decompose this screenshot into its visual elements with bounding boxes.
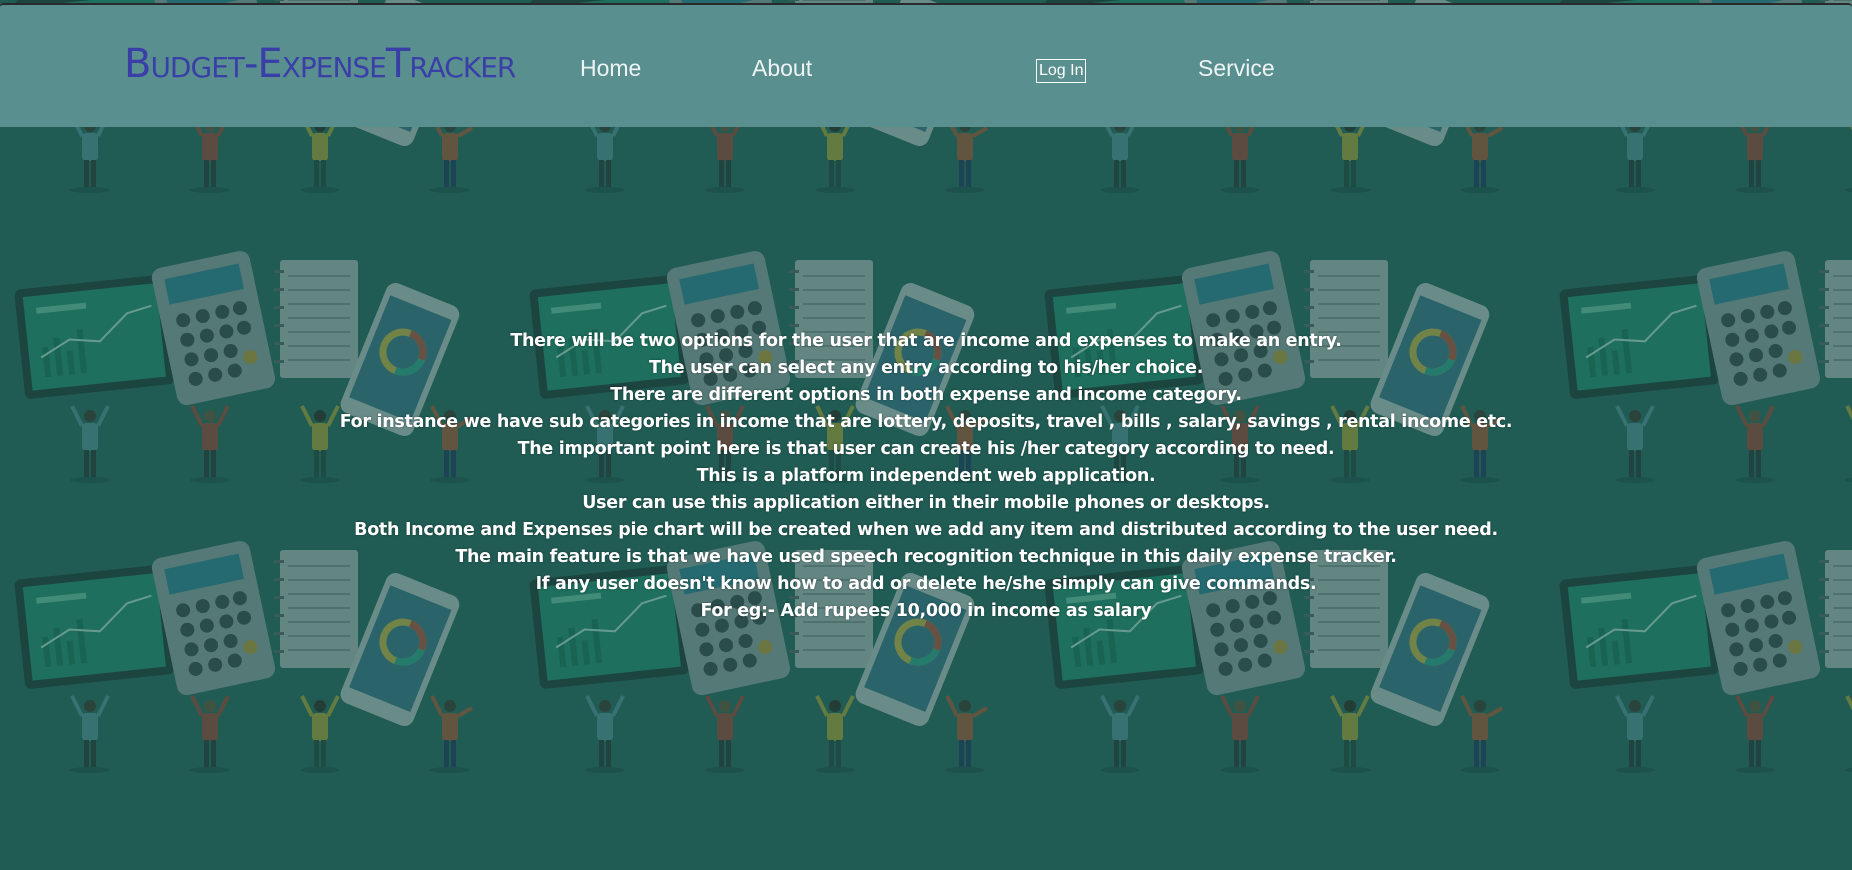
brand-logo[interactable]: Budget-ExpenseTracker — [124, 41, 516, 87]
description-line: The main feature is that we have used sp… — [455, 547, 1397, 567]
description-line: There will be two options for the user t… — [510, 331, 1342, 351]
nav-service-link[interactable]: Service — [1198, 55, 1275, 82]
description-line: For instance we have sub categories in i… — [339, 412, 1513, 432]
description-line: Both Income and Expenses pie chart will … — [354, 520, 1498, 540]
navbar: Budget-ExpenseTracker Home About Log In … — [0, 3, 1852, 127]
description-line: The user can select any entry according … — [648, 358, 1204, 378]
description-line: This is a platform independent web appli… — [696, 466, 1156, 486]
description-block: There will be two options for the user t… — [0, 328, 1852, 625]
description-line: If any user doesn't know how to add or d… — [535, 574, 1317, 594]
description-line: There are different options in both expe… — [610, 385, 1242, 405]
description-line: The important point here is that user ca… — [517, 439, 1335, 459]
login-button[interactable]: Log In — [1036, 59, 1087, 83]
description-line: For eg:- Add rupees 10,000 in income as … — [700, 601, 1152, 621]
description-line: User can use this application either in … — [582, 493, 1270, 513]
nav-home-link[interactable]: Home — [580, 55, 641, 82]
nav-about-link[interactable]: About — [752, 55, 812, 82]
